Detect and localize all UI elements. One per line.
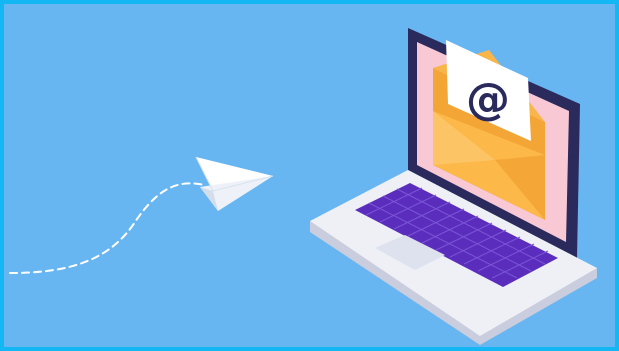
at-sign-icon: @ xyxy=(466,74,510,125)
paper-plane-icon xyxy=(195,156,274,211)
laptop-icon: @ xyxy=(310,28,597,345)
illustration-canvas: @ xyxy=(9,28,597,345)
flight-trail xyxy=(9,182,206,274)
email-illustration: @ xyxy=(0,0,619,351)
